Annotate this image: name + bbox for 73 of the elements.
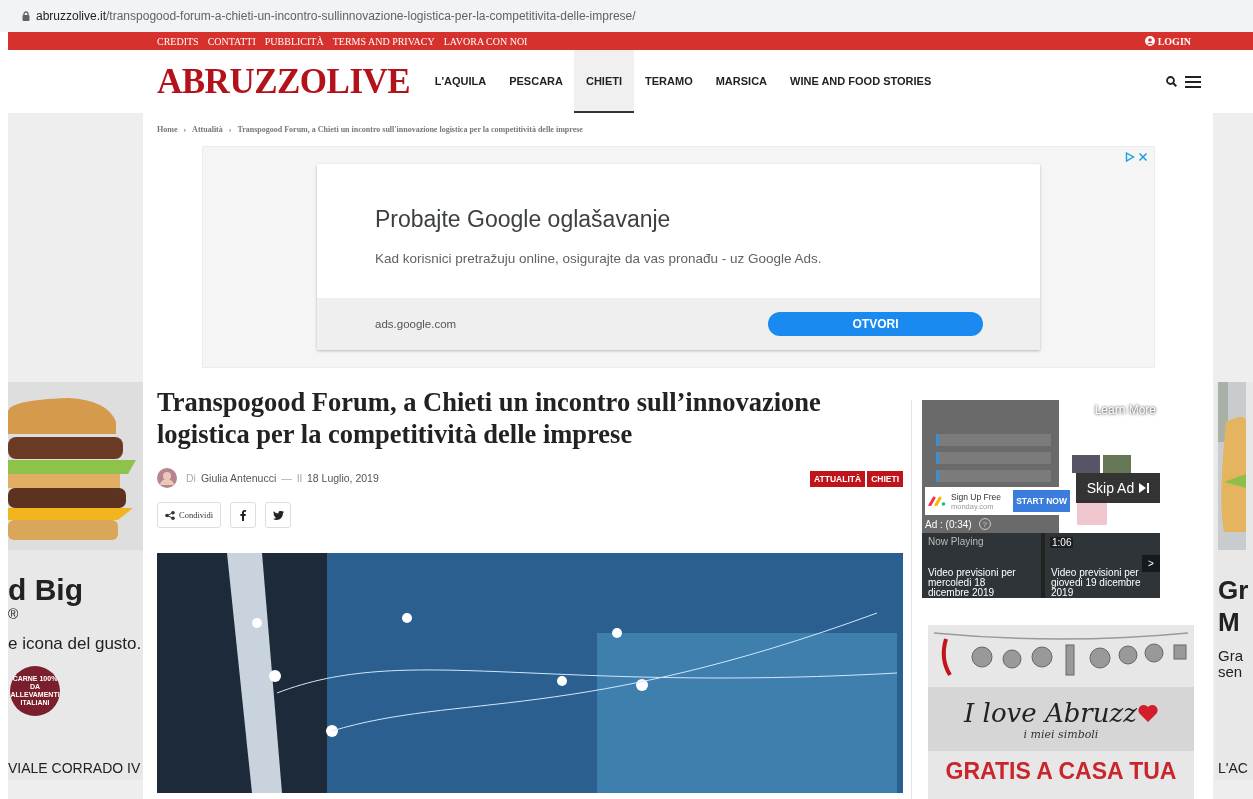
close-icon[interactable] [1138,152,1148,162]
top-link[interactable]: LAVORA CON NOI [443,35,528,47]
ad-headline: Probajte Google oglašavanje [375,206,672,233]
breadcrumb-link[interactable]: Transpogood Forum, a Chieti un incontro sull'innovazione logistica per la competitività delle imprese [237,125,583,134]
share-icon [165,510,175,520]
banner-subtitle: i miei simboli [1023,727,1099,741]
ad-headline: M [1218,606,1241,638]
video-title: Video previsioni per mercoledi 18 dicembre 2019 [928,568,1017,598]
heart-icon [1137,703,1158,722]
ad-headline: Gr [1218,574,1250,606]
nav-link[interactable]: TERAMO [633,50,705,113]
search-icon[interactable] [1166,76,1177,87]
nav-link[interactable]: CHIETI [574,50,634,113]
learn-more-link[interactable]: Learn More [1094,403,1156,417]
video-title: Video previsioni per giovedi 19 dicembre 2019 [1051,568,1142,598]
breadcrumb-separator: › [228,125,232,134]
advertisement-banner[interactable]: I love Abruzz i miei simboli GRATIS A CASA TUA [928,625,1194,799]
author-prefix: Di [186,472,196,484]
nav-link[interactable]: L'AQUILA [423,50,498,113]
nav-link[interactable]: WINE AND FOOD STORIES [778,50,943,113]
adchoices-icon[interactable] [1125,152,1135,162]
share-button[interactable]: Condividi [157,502,221,528]
breadcrumb-link[interactable]: Attualità [192,125,223,134]
ad-text: e icona del gusto. [8,634,143,654]
top-link[interactable]: TERMS AND PRIVACY [332,35,435,47]
registered-mark: ® [8,606,20,622]
video-thumbnail[interactable]: Now Playing Video previsioni per mercoledi 18 dicembre 2019 [922,533,1041,598]
video-thumbnail[interactable]: 1:06 > Video previsioni per giovedi 19 dicembre 2019 [1045,533,1160,598]
twitter-icon [272,510,284,520]
article-title: Transpogood Forum, a Chieti un incontro sull’innovazione logistica per la competitività delle imprese [157,386,822,450]
twitter-button[interactable] [265,502,291,528]
ad-description: Kad korisnici pretražuju online, osigurajte da vas pronađu - uz Google Ads. [375,251,823,266]
skip-icon [1139,483,1150,493]
ad-address: VIALE CORRADO IV [8,760,142,776]
top-link[interactable]: CONTATTI [207,35,256,47]
banner-title: I love Abruzz [964,697,1137,728]
avatar-icon [157,468,177,488]
nav-link[interactable]: PESCARA [497,50,575,113]
top-link[interactable]: CREDITS [157,35,199,47]
start-now-button[interactable]: START NOW [1013,490,1070,512]
skip-ad-button[interactable]: Skip Ad [1076,473,1160,503]
top-link[interactable]: PUBBLICITÀ [264,35,324,47]
site-logo[interactable]: ABRUZZOLIVE [157,61,411,102]
google-ad[interactable]: Probajte Google oglašavanje Kad korisnici pretražuju online, osigurajte da vas pronađu - uz Google Ads. ads.google.com OTVORI [202,146,1155,368]
publish-date: 18 Luglio, 2019 [306,472,379,484]
sponsor-logo-icon [928,496,946,506]
open-button[interactable]: OTVORI [768,312,983,336]
now-playing-label: Now Playing [928,536,984,547]
ad-text: sen [1218,664,1244,680]
breadcrumb-separator: › [183,125,187,134]
breadcrumb-link[interactable]: Home [157,125,178,134]
lock-icon [22,11,30,21]
author-link[interactable]: Giulia Antenucci [200,472,277,484]
date-prefix: Il [296,472,302,484]
next-button[interactable]: > [1142,555,1160,572]
category-tag[interactable]: ATTUALITÀ [810,471,866,487]
user-icon [1144,36,1155,46]
sign-up-text: Sign Up Free [951,491,1003,502]
ad-timer: Ad : (0:34) [925,518,972,530]
meta-separator: — [281,472,292,484]
ad-address: L'AC [1218,760,1249,776]
ad-domain: ads.google.com [375,318,458,330]
menu-icon[interactable] [1185,75,1201,88]
banner-offer: GRATIS A CASA TUA [945,758,1177,785]
advertisement-banner[interactable]: Gr M Gra sen L'AC [1215,382,1253,780]
login-link[interactable]: LOGIN [1144,35,1191,47]
facebook-button[interactable] [230,502,256,528]
nav-link[interactable]: MARSICA [704,50,779,113]
category-tag[interactable]: CHIETI [867,471,903,487]
facebook-icon [240,509,246,521]
ad-text: Gra [1218,648,1244,664]
video-duration: 1:06 [1050,537,1074,548]
ad-headline: d Big [8,574,84,606]
